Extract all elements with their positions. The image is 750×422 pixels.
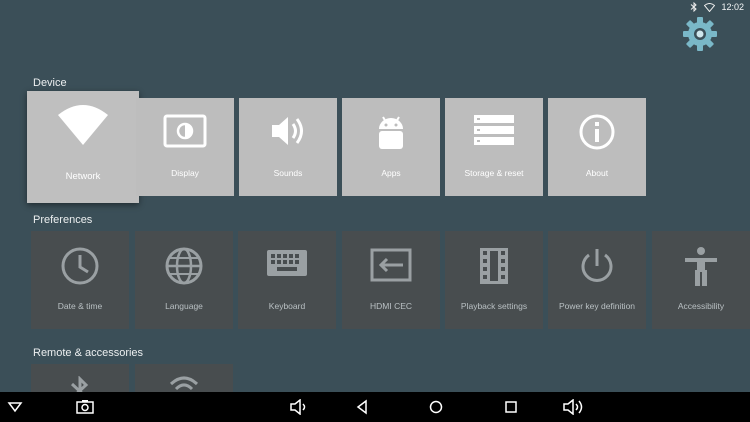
storage-icon — [474, 115, 514, 145]
tile-label: Apps — [381, 168, 401, 178]
globe-icon — [165, 247, 203, 285]
android-icon — [379, 116, 403, 149]
keyboard-icon — [267, 250, 307, 276]
tile-power-key-definition[interactable]: Power key definition — [548, 231, 646, 329]
back-icon[interactable] — [354, 399, 370, 415]
tile-label: Language — [165, 301, 203, 311]
accessibility-icon — [685, 247, 717, 286]
tile-label: Display — [171, 168, 199, 178]
tile-label: About — [585, 168, 609, 178]
film-icon — [480, 248, 508, 284]
clock-icon — [61, 247, 99, 285]
tile-label: HDMI CEC — [369, 301, 413, 311]
tile-label: Sounds — [273, 168, 303, 178]
bluetooth-icon — [691, 2, 698, 12]
tile-apps[interactable]: Apps — [342, 98, 440, 196]
tile-playback-settings[interactable]: Playback settings — [445, 231, 543, 329]
tile-label: Keyboard — [268, 301, 306, 311]
tile-date-time[interactable]: Date & time — [31, 231, 129, 329]
recents-icon[interactable] — [503, 399, 519, 415]
tile-network[interactable]: Network — [27, 91, 139, 203]
collapse-icon[interactable] — [7, 399, 23, 415]
tile-label: Accessibility — [677, 301, 725, 311]
tile-remote-wifi[interactable] — [135, 364, 233, 392]
input-icon — [370, 248, 412, 282]
display-icon — [163, 114, 207, 148]
home-icon[interactable] — [428, 399, 444, 415]
settings-gear-icon[interactable] — [681, 15, 719, 53]
tile-label: Network — [65, 171, 101, 182]
status-bar: 12:02 — [690, 0, 750, 14]
tile-sounds[interactable]: Sounds — [239, 98, 337, 196]
tile-language[interactable]: Language — [135, 231, 233, 329]
section-title-preferences: Preferences — [33, 214, 93, 226]
info-icon — [579, 114, 615, 150]
wifi-icon — [58, 105, 108, 145]
navigation-bar — [0, 392, 750, 422]
tile-about[interactable]: About — [548, 98, 646, 196]
tile-label: Playback settings — [460, 301, 528, 311]
tile-accessibility[interactable]: Accessibility — [652, 231, 750, 329]
bluetooth-icon — [70, 376, 89, 392]
wifi-remote-icon — [169, 376, 199, 391]
volume-down-icon[interactable] — [289, 399, 309, 415]
screenshot-icon[interactable] — [76, 399, 94, 415]
tile-label: Storage & reset — [464, 168, 524, 178]
section-title-device: Device — [33, 77, 67, 89]
tile-display[interactable]: Display — [136, 98, 234, 196]
volume-up-icon[interactable] — [562, 399, 584, 415]
wifi-icon — [704, 2, 716, 12]
tile-keyboard[interactable]: Keyboard — [238, 231, 336, 329]
tile-storage-reset[interactable]: Storage & reset — [445, 98, 543, 196]
clock-time: 12:02 — [721, 2, 744, 12]
volume-icon — [272, 117, 303, 145]
tile-hdmi-cec[interactable]: HDMI CEC — [342, 231, 440, 329]
tile-bluetooth[interactable] — [31, 364, 129, 392]
section-title-remote: Remote & accessories — [33, 347, 144, 359]
power-icon — [581, 249, 613, 282]
tile-label: Date & time — [57, 301, 103, 311]
tile-label: Power key definition — [558, 301, 636, 311]
